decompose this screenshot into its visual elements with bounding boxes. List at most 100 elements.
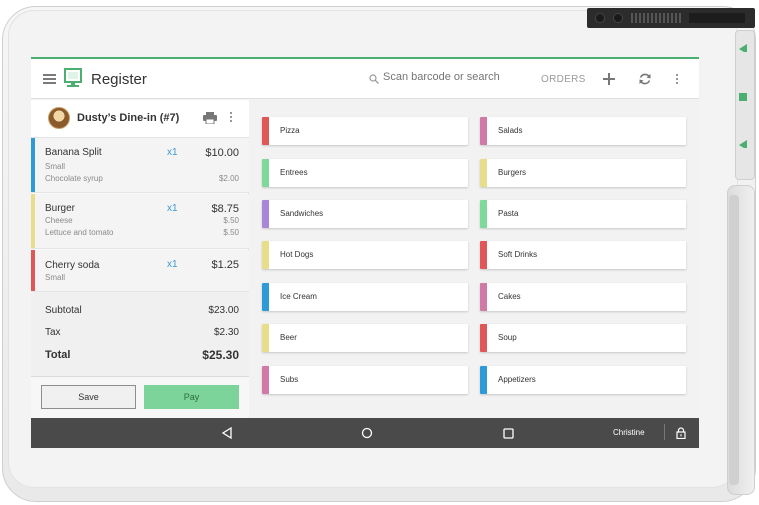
speaker-grill: [631, 13, 683, 23]
print-icon[interactable]: [203, 112, 217, 124]
item-color-bar: [31, 138, 35, 192]
sensor-icon: [613, 13, 623, 23]
register-logo-icon: [64, 68, 82, 87]
category-tile-cakes[interactable]: Cakes: [480, 283, 686, 311]
item-modifier-price: $.50: [223, 228, 239, 237]
item-modifier: Small: [45, 273, 66, 282]
category-label: Sandwiches: [280, 209, 324, 218]
line-item-banana-split[interactable]: Banana Split x1 $10.00 Small Chocolate s…: [31, 138, 249, 193]
line-item-burger[interactable]: Burger x1 $8.75 Cheese $.50 Lettuce and …: [31, 194, 249, 249]
item-modifier-price: $.50: [223, 216, 239, 225]
avatar: [48, 107, 70, 129]
arrow-indicator-icon: [739, 140, 747, 148]
page-title: Register: [91, 71, 147, 88]
total-value: $25.30: [202, 348, 239, 362]
refresh-icon[interactable]: [638, 72, 652, 86]
search-icon: [369, 74, 379, 84]
orders-button[interactable]: ORDERS: [541, 74, 586, 85]
category-label: Pasta: [498, 209, 519, 218]
system-nav-bar: Christine: [31, 418, 699, 448]
item-modifier-price: $2.00: [218, 174, 239, 183]
camera-bar: [587, 8, 755, 28]
category-color-bar: [480, 324, 487, 352]
category-color-bar: [262, 324, 269, 352]
item-quantity: x1: [167, 259, 178, 270]
category-color-bar: [262, 159, 269, 187]
category-tile-pizza[interactable]: Pizza: [262, 117, 468, 145]
category-label: Soft Drinks: [498, 250, 538, 259]
category-color-bar: [480, 241, 487, 269]
category-tile-pasta[interactable]: Pasta: [480, 200, 686, 228]
back-icon[interactable]: [221, 427, 233, 439]
item-modifier: Chocolate syrup: [45, 174, 103, 183]
item-modifier: Lettuce and tomato: [45, 228, 114, 237]
category-tile-burgers[interactable]: Burgers: [480, 159, 686, 187]
category-tile-sandwiches[interactable]: Sandwiches: [262, 200, 468, 228]
item-quantity: x1: [167, 203, 178, 214]
menu-icon[interactable]: [43, 74, 56, 84]
order-header: Dusty’s Dine-in (#7): [31, 100, 249, 138]
total-label: Total: [45, 349, 71, 361]
category-color-bar: [480, 200, 487, 228]
category-label: Cakes: [498, 292, 521, 301]
item-price: $8.75: [211, 203, 239, 215]
category-color-bar: [262, 241, 269, 269]
category-tile-beer[interactable]: Beer: [262, 324, 468, 352]
order-menu-icon[interactable]: [230, 112, 234, 124]
item-color-bar: [31, 194, 35, 248]
divider: [664, 424, 665, 440]
category-color-bar: [262, 200, 269, 228]
category-tile-hot-dogs[interactable]: Hot Dogs: [262, 241, 468, 269]
item-price: $1.25: [211, 259, 239, 271]
tax-value: $2.30: [213, 327, 239, 338]
home-icon[interactable]: [361, 427, 373, 439]
category-label: Beer: [280, 333, 297, 342]
category-label: Ice Cream: [280, 292, 317, 301]
item-price: $10.00: [205, 147, 239, 159]
category-tile-soft-drinks[interactable]: Soft Drinks: [480, 241, 686, 269]
lock-icon[interactable]: [676, 427, 686, 439]
add-icon[interactable]: [602, 72, 616, 86]
category-color-bar: [480, 283, 487, 311]
card-slot: [689, 13, 745, 23]
order-totals: Subtotal $23.00 Tax $2.30 Total $25.30: [31, 292, 249, 377]
line-item-cherry-soda[interactable]: Cherry soda x1 $1.25 Small: [31, 250, 249, 292]
category-tile-subs[interactable]: Subs: [262, 366, 468, 394]
category-label: Burgers: [498, 168, 527, 177]
search-input[interactable]: [383, 71, 523, 83]
category-label: Entrees: [280, 168, 308, 177]
status-led-icon: [739, 93, 747, 101]
category-tile-salads[interactable]: Salads: [480, 117, 686, 145]
arrow-indicator-icon: [739, 44, 747, 52]
item-name: Cherry soda: [45, 260, 100, 271]
category-color-bar: [480, 117, 487, 145]
order-name[interactable]: Dusty’s Dine-in (#7): [77, 112, 179, 124]
item-name: Burger: [45, 203, 76, 214]
category-tile-soup[interactable]: Soup: [480, 324, 686, 352]
pay-button[interactable]: Pay: [144, 385, 239, 409]
order-actions: Save Pay: [31, 377, 249, 418]
category-color-bar: [262, 366, 269, 394]
category-color-bar: [262, 117, 269, 145]
category-color-bar: [480, 366, 487, 394]
item-modifier: Cheese: [45, 216, 73, 225]
overflow-menu-icon[interactable]: [676, 74, 680, 86]
subtotal-value: $23.00: [208, 305, 239, 316]
category-label: Subs: [280, 375, 299, 384]
save-button[interactable]: Save: [41, 385, 136, 409]
category-tile-entrees[interactable]: Entrees: [262, 159, 468, 187]
recent-apps-icon[interactable]: [503, 428, 514, 439]
category-label: Pizza: [280, 126, 300, 135]
item-color-bar: [31, 250, 35, 291]
category-color-bar: [262, 283, 269, 311]
category-grid: Pizza Salads Entrees Burgers Sandwiches …: [250, 100, 699, 418]
item-modifier: Small: [45, 162, 66, 171]
screen: Register ORDERS Dusty’s Dine-in (#7): [31, 57, 699, 448]
side-rail: [735, 30, 755, 180]
category-label: Soup: [498, 333, 517, 342]
category-label: Salads: [498, 126, 523, 135]
item-quantity: x1: [167, 147, 178, 158]
category-tile-ice-cream[interactable]: Ice Cream: [262, 283, 468, 311]
category-tile-appetizers[interactable]: Appetizers: [480, 366, 686, 394]
current-user: Christine: [613, 428, 645, 437]
